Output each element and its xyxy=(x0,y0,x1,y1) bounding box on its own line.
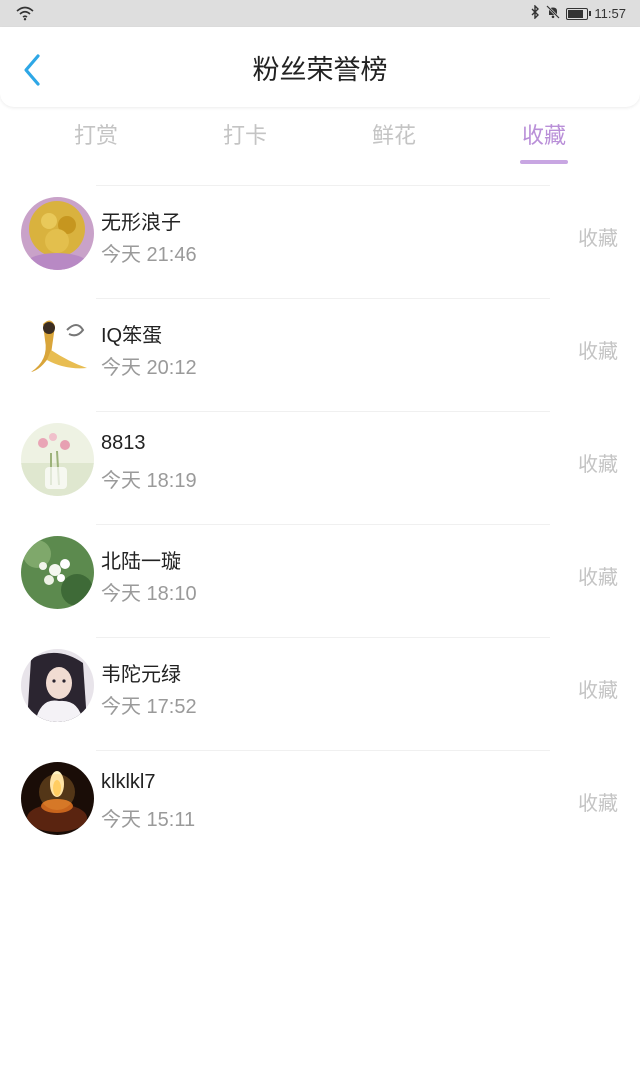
tab-label: 打赏 xyxy=(73,124,118,149)
tab-checkin[interactable]: 打卡 xyxy=(185,112,305,168)
fan-time: 今天 20:12 xyxy=(101,357,197,379)
avatar xyxy=(21,536,94,609)
tab-reward[interactable]: 打赏 xyxy=(36,112,156,168)
mute-bell-icon xyxy=(546,4,561,23)
avatar xyxy=(21,197,94,270)
fan-time: 今天 15:11 xyxy=(101,809,196,831)
avatar xyxy=(21,310,94,383)
fan-time: 今天 18:19 xyxy=(101,470,197,492)
fan-time: 今天 18:10 xyxy=(101,583,197,605)
fan-name: 北陆一璇 xyxy=(101,551,181,573)
tab-label: 鲜花 xyxy=(371,124,416,149)
tab-label: 收藏 xyxy=(521,124,566,149)
tab-bar: 打赏 打卡 鲜花 收藏 xyxy=(0,112,640,168)
page-title: 粉丝荣誉榜 xyxy=(252,55,388,86)
active-tab-indicator xyxy=(520,160,568,164)
fan-name: 无形浪子 xyxy=(101,212,181,234)
avatar xyxy=(21,649,94,722)
fan-time: 今天 17:52 xyxy=(101,696,197,718)
status-time: 11:57 xyxy=(594,6,626,21)
action-label: 收藏 xyxy=(578,226,618,250)
header: 粉丝荣誉榜 xyxy=(0,27,640,107)
list-item[interactable]: 北陆一璇 今天 18:10 收藏 xyxy=(0,523,640,636)
fan-name: IQ笨蛋 xyxy=(101,325,163,347)
fan-name: 韦陀元绿 xyxy=(101,664,181,686)
back-button[interactable] xyxy=(20,53,48,87)
wifi-icon xyxy=(16,6,34,21)
fan-time: 今天 21:46 xyxy=(101,244,197,266)
tab-flowers[interactable]: 鲜花 xyxy=(334,112,454,168)
tab-favorites[interactable]: 收藏 xyxy=(484,112,604,168)
list-item[interactable]: 8813 今天 18:19 收藏 xyxy=(0,410,640,523)
action-label: 收藏 xyxy=(578,565,618,589)
list-item[interactable]: klklkl7 今天 15:11 收藏 xyxy=(0,749,640,862)
avatar xyxy=(21,762,94,835)
action-label: 收藏 xyxy=(578,791,618,815)
chevron-left-icon xyxy=(24,54,40,86)
action-label: 收藏 xyxy=(578,678,618,702)
list-item[interactable]: 韦陀元绿 今天 17:52 收藏 xyxy=(0,636,640,749)
action-label: 收藏 xyxy=(578,339,618,363)
list-item[interactable]: 无形浪子 今天 21:46 收藏 xyxy=(0,184,640,297)
fan-name: 8813 xyxy=(101,432,146,454)
bluetooth-icon xyxy=(530,3,540,23)
list-item[interactable]: IQ笨蛋 今天 20:12 收藏 xyxy=(0,297,640,410)
fan-name: klklkl7 xyxy=(101,771,156,793)
tab-label: 打卡 xyxy=(222,124,267,149)
avatar xyxy=(21,423,94,496)
battery-icon xyxy=(566,7,592,20)
action-label: 收藏 xyxy=(578,452,618,476)
